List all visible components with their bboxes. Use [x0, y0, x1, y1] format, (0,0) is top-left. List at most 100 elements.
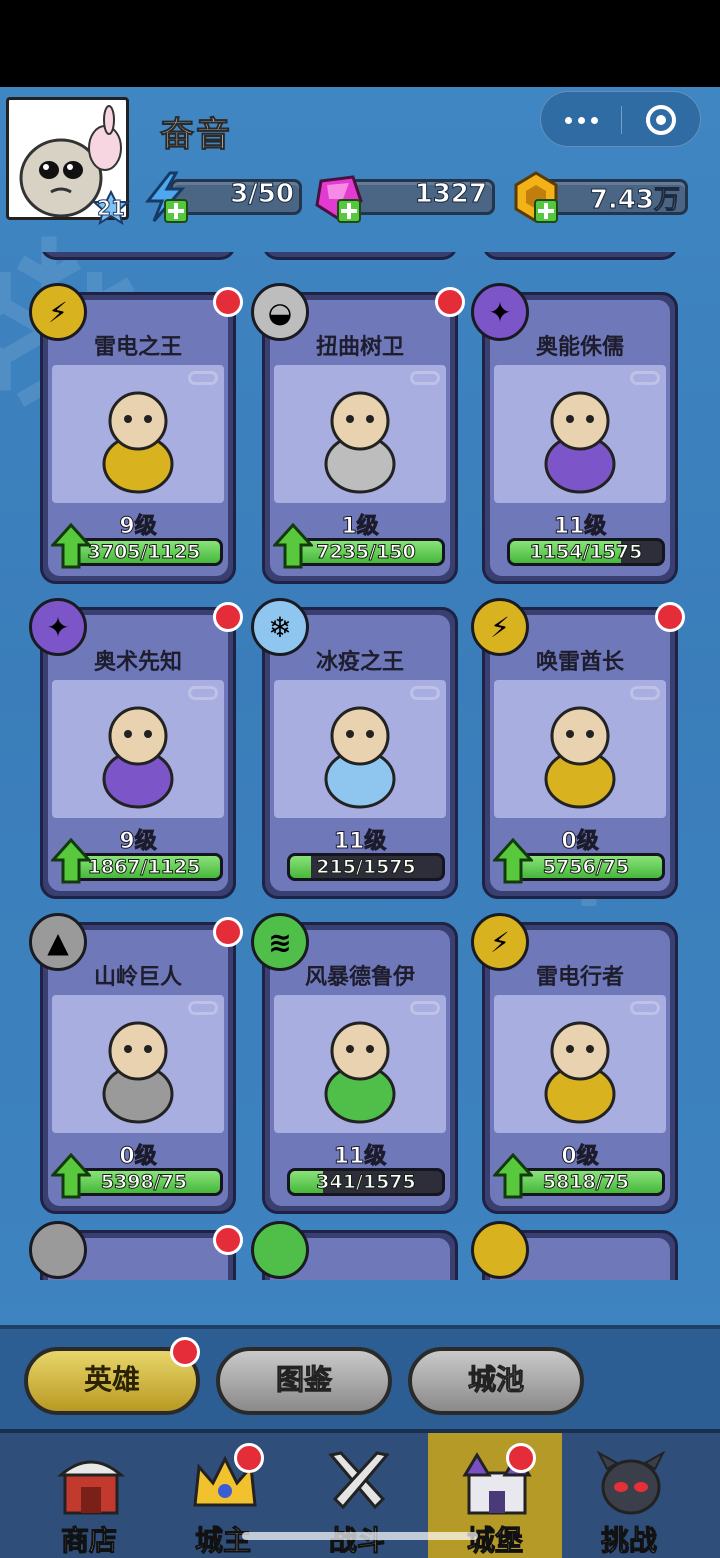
hero-card-progress-text: 1154/1575 — [529, 541, 643, 563]
hero-figure-icon — [102, 1021, 174, 1124]
tab-codex-label: 图鉴 — [275, 1363, 332, 1397]
hero-card-partial[interactable] — [471, 1221, 678, 1280]
hero-card-progress-bar: 215/1575 — [287, 853, 445, 881]
tab-city[interactable]: 城池 — [408, 1347, 584, 1415]
arcane-element-icon: ✦ — [471, 283, 529, 341]
hero-portrait — [274, 365, 446, 503]
tab-codex[interactable]: 图鉴 — [216, 1347, 392, 1415]
hero-card[interactable]: 风暴德鲁伊 11级 341/1575 ≋ — [251, 913, 458, 1214]
mini-program-capsule — [540, 91, 701, 147]
castle-tab-strip: 英雄 图鉴 城池 — [0, 1325, 720, 1429]
hero-figure-icon — [544, 706, 616, 809]
hero-card-partial[interactable] — [29, 1221, 243, 1280]
player-level: 21 — [97, 196, 126, 221]
upgrade-arrow-icon — [51, 838, 91, 884]
hero-portrait — [274, 680, 446, 818]
hero-figure-icon — [544, 391, 616, 494]
add-gems-icon[interactable] — [337, 199, 361, 223]
hero-figure-icon — [102, 391, 174, 494]
notification-dot — [655, 602, 685, 632]
neutral-element-icon: ◒ — [251, 283, 309, 341]
upgrade-arrow-icon — [51, 1153, 91, 1199]
lightning-element-icon: ⚡ — [29, 283, 87, 341]
hero-card[interactable]: 山岭巨人 0级 5398/75 ▲ — [29, 913, 243, 1214]
hero-portrait — [274, 995, 446, 1133]
close-button[interactable] — [622, 92, 702, 148]
nav-challenge-label: 挑战 — [600, 1524, 657, 1558]
nav-shop-label: 商店 — [60, 1524, 117, 1558]
swords-icon — [328, 1451, 390, 1510]
hero-card[interactable]: 雷电行者 0级 5818/75 ⚡ — [471, 913, 678, 1214]
monster-icon — [596, 1450, 666, 1515]
hero-level: 11级 — [333, 1144, 387, 1170]
wind-element-icon: ≋ — [251, 913, 309, 971]
player-header: 21 奋音 3/50 1327 7.43万 — [0, 87, 720, 247]
hero-card-progress-text: 215/1575 — [316, 856, 416, 878]
gems-value: 1327 — [414, 179, 487, 210]
notification-dot — [213, 287, 243, 317]
wind-element-icon — [251, 1221, 309, 1279]
player-level-badge: 21 — [88, 189, 134, 228]
hero-level: 11级 — [553, 514, 607, 540]
notification-dot — [213, 602, 243, 632]
tab-heroes-label: 英雄 — [83, 1363, 140, 1396]
add-gold-icon[interactable] — [534, 199, 558, 223]
shop-icon — [56, 1460, 126, 1515]
hero-card-partial — [482, 252, 678, 260]
hero-card-partial[interactable] — [251, 1221, 458, 1280]
hero-figure-icon — [324, 391, 396, 494]
gold-value: 7.43万 — [589, 185, 680, 216]
hero-level: 11级 — [333, 829, 387, 855]
more-button[interactable] — [541, 92, 621, 148]
hero-card-progress-bar: 341/1575 — [287, 1168, 445, 1196]
hero-card[interactable]: 扭曲树卫 1级 7235/150 ◒ — [251, 283, 465, 584]
hero-portrait — [494, 680, 666, 818]
gems-resource[interactable]: 1327 — [313, 175, 495, 223]
hero-card[interactable]: 雷电之王 9级 3705/1125 ⚡ — [29, 283, 243, 584]
upgrade-arrow-icon — [493, 838, 533, 884]
hero-card-partial — [262, 252, 458, 260]
home-indicator — [242, 1532, 478, 1540]
hero-card-partial — [40, 252, 236, 260]
lightning-element-icon: ⚡ — [471, 598, 529, 656]
hero-card[interactable]: 奥能侏儒 11级 1154/1575 ✦ — [471, 283, 678, 584]
hero-portrait — [494, 365, 666, 503]
energy-value: 3/50 — [230, 179, 295, 210]
hero-card-progress-text: 341/1575 — [316, 1171, 416, 1193]
hero-figure-icon — [544, 1021, 616, 1124]
upgrade-arrow-icon — [493, 1153, 533, 1199]
earth-element-icon: ▲ — [29, 913, 87, 971]
hero-card[interactable]: 唤雷酋长 0级 5756/75 ⚡ — [471, 598, 685, 899]
notification-dot — [234, 1443, 264, 1473]
notification-dot — [213, 917, 243, 947]
energy-resource[interactable]: 3/50 — [140, 171, 302, 223]
game-screen: ❄ ❄ 21 奋音 — [0, 87, 720, 1558]
tab-heroes[interactable]: 英雄 — [24, 1337, 200, 1415]
upgrade-arrow-icon — [51, 523, 91, 569]
nav-challenge[interactable]: 挑战 — [562, 1433, 696, 1558]
notification-dot — [506, 1443, 536, 1473]
hero-grid: 雷电之王 9级 3705/1125 ⚡ 扭曲树卫 1级 7235/150 ◒ 奥… — [22, 252, 698, 1280]
notification-dot — [213, 1225, 243, 1255]
hero-portrait — [52, 365, 224, 503]
lightning-element-icon: ⚡ — [471, 913, 529, 971]
hero-figure-icon — [102, 706, 174, 809]
hero-figure-icon — [324, 706, 396, 809]
ice-element-icon: ❄ — [251, 598, 309, 656]
gold-resource[interactable]: 7.43万 — [510, 171, 688, 223]
hero-card-progress-bar: 1154/1575 — [507, 538, 665, 566]
hero-card[interactable]: 奥术先知 9级 1867/1125 ✦ — [29, 598, 243, 899]
notification-dot — [170, 1337, 200, 1367]
earth-element-icon — [29, 1221, 87, 1279]
hero-portrait — [52, 680, 224, 818]
hero-figure-icon — [324, 1021, 396, 1124]
add-energy-icon[interactable] — [164, 199, 188, 223]
notification-dot — [435, 287, 465, 317]
hero-card[interactable]: 冰疫之王 11级 215/1575 ❄ — [251, 598, 458, 899]
nav-shop[interactable]: 商店 — [22, 1433, 156, 1558]
player-name: 奋音 — [160, 115, 232, 156]
tab-city-label: 城池 — [467, 1363, 524, 1397]
lightning-element-icon — [471, 1221, 529, 1279]
upgrade-arrow-icon — [273, 523, 313, 569]
hero-portrait — [52, 995, 224, 1133]
